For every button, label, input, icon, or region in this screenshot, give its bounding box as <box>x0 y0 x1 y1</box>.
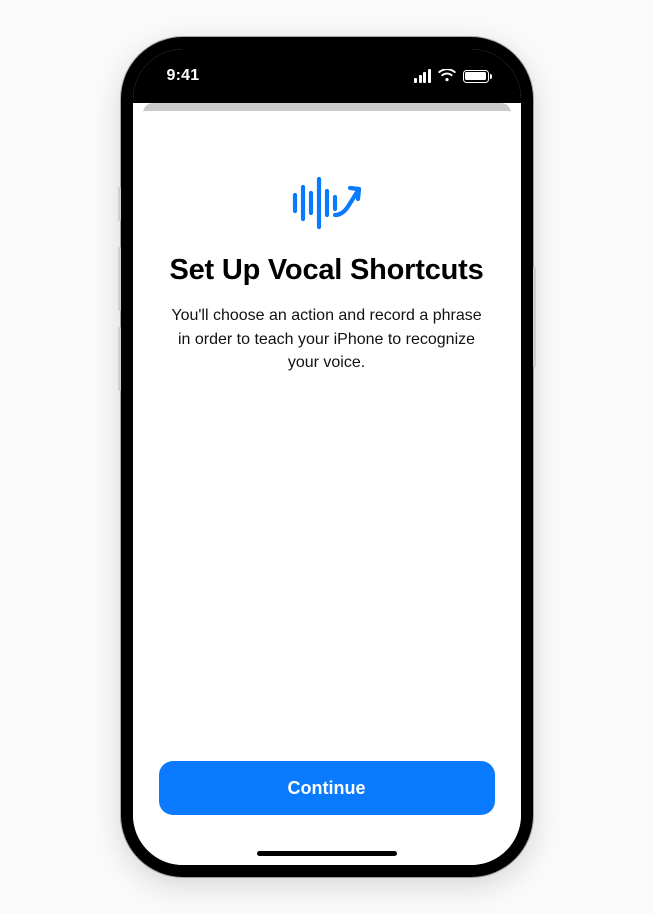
home-indicator[interactable] <box>257 851 397 856</box>
page-subtitle: You'll choose an action and record a phr… <box>159 304 495 374</box>
status-time: 9:41 <box>167 67 200 85</box>
dynamic-island <box>267 63 387 97</box>
volume-down-button <box>118 327 121 391</box>
volume-up-button <box>118 247 121 311</box>
side-button <box>533 267 536 367</box>
mute-switch <box>118 187 121 221</box>
cellular-signal-icon <box>414 69 431 83</box>
phone-frame: 9:41 <box>121 37 533 877</box>
battery-icon <box>463 70 489 83</box>
wifi-icon <box>438 69 456 83</box>
continue-button[interactable]: Continue <box>159 761 495 815</box>
setup-sheet: Set Up Vocal Shortcuts You'll choose an … <box>133 111 521 865</box>
screen: 9:41 <box>133 49 521 865</box>
vocal-shortcuts-icon <box>159 171 495 235</box>
page-title: Set Up Vocal Shortcuts <box>159 253 495 288</box>
status-icons <box>414 69 489 83</box>
